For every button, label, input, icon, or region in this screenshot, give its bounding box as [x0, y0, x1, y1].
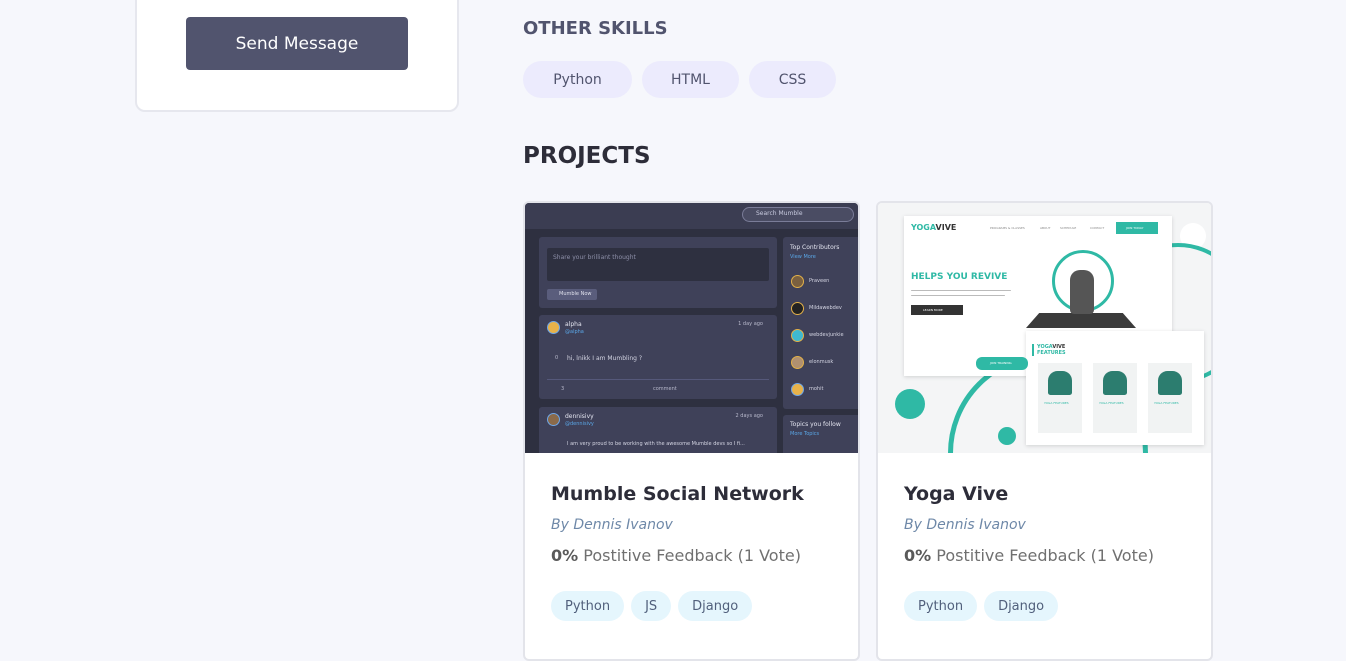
thumbnail-feature-card: YOGA FEATURES: [1148, 363, 1192, 433]
thumbnail-feature-card: YOGA FEATURES: [1093, 363, 1137, 433]
thumbnail-compose-box: Share your brilliant thought Mumble Now: [539, 237, 777, 308]
thumbnail-logo: YOGAVIVE: [911, 223, 957, 232]
thumbnail-post-user: dennisivy: [565, 413, 594, 420]
project-tag: Django: [984, 591, 1059, 621]
thumbnail-learn-button: LEARN MORE: [911, 305, 963, 315]
thumbnail-post-button: Mumble Now: [559, 291, 592, 297]
thumbnail-trainer-badge: JOIN TRAINING: [976, 357, 1028, 370]
thumbnail-post: dennisivy @dennisivy 2 days ago I am ver…: [539, 407, 777, 453]
thumbnail-headline: HELPS YOU REVIVE: [911, 272, 1008, 282]
project-author: By Dennis Ivanov: [551, 517, 673, 533]
thumbnail-post-time: 2 days ago: [735, 413, 763, 419]
project-feedback: 0% Postitive Feedback (1 Vote): [904, 546, 1185, 565]
thumbnail-post-user: alpha: [565, 321, 582, 328]
thumbnail-nav-item: SCHEDULE: [1060, 226, 1077, 230]
thumbnail-yoga-figure: [1070, 270, 1094, 314]
feedback-percentage: 0%: [551, 546, 579, 565]
project-title[interactable]: Yoga Vive: [904, 483, 1185, 505]
thumbnail-contributor: elonmusk: [809, 359, 834, 365]
thumbnail-join-button: JOIN TODAY: [1116, 222, 1158, 234]
thumbnail-post-handle: @dennisivy: [565, 421, 594, 427]
thumbnail-post-text: I am very proud to be working with the a…: [567, 441, 745, 447]
project-card[interactable]: Search Mumble Share your brilliant thoug…: [523, 201, 860, 661]
thumbnail-contributor: Praveen: [809, 278, 830, 284]
thumbnail-contributors-title: Top Contributors: [790, 244, 840, 251]
thumbnail-nav-item: CONTACT: [1090, 226, 1105, 230]
project-tag: Django: [678, 591, 753, 621]
thumbnail-post-comment-count: 3: [561, 386, 565, 392]
thumbnail-topics-panel: Topics you follow More Topics: [783, 415, 858, 453]
thumbnail-topics-title: Topics you follow: [790, 421, 841, 428]
thumbnail-contributor: mohit: [809, 386, 824, 392]
thumbnail-post-votes: 0: [555, 355, 559, 361]
skill-pill: Python: [523, 61, 632, 98]
project-author: By Dennis Ivanov: [904, 517, 1026, 533]
project-tags: Python JS Django: [551, 591, 832, 621]
thumbnail-post-time: 1 day ago: [738, 321, 763, 327]
thumbnail-features: YOGAVIVE FEATURES YOGA FEATURES YOGA FEAT…: [1026, 331, 1204, 445]
project-title[interactable]: Mumble Social Network: [551, 483, 832, 505]
thumbnail-yoga-mat: [1026, 313, 1136, 328]
thumbnail-post-text: hi, lnikk I am Mumbling ?: [567, 355, 643, 362]
thumbnail-post-handle: @alpha: [565, 329, 584, 335]
send-message-button[interactable]: Send Message: [186, 17, 408, 70]
thumbnail-contributor: Mildawebdev: [809, 305, 842, 311]
thumbnail-search-bar: Search Mumble: [742, 207, 854, 222]
project-tag: Python: [904, 591, 978, 621]
thumbnail-nav-item: PROGRAMS & CLASSES: [990, 226, 1025, 230]
project-feedback: 0% Postitive Feedback (1 Vote): [551, 546, 832, 565]
thumbnail-post-comment-label: comment: [653, 386, 677, 392]
project-tags: Python Django: [904, 591, 1185, 621]
thumbnail-feature-card: YOGA FEATURES: [1038, 363, 1082, 433]
project-tag: Python: [551, 591, 625, 621]
thumbnail-compose-placeholder: Share your brilliant thought: [553, 254, 636, 261]
thumbnail-contributor: webdevjunkie: [809, 332, 844, 338]
thumbnail-view-more: View More: [790, 254, 816, 260]
feedback-percentage: 0%: [904, 546, 932, 565]
decor-circle: [895, 389, 925, 419]
thumbnail-contributors-panel: Top Contributors View More Praveen Milda…: [783, 237, 858, 409]
thumbnail-search-text: Search Mumble: [756, 210, 803, 217]
project-thumbnail[interactable]: YOGAVIVE PROGRAMS & CLASSES ABOUT SCHEDU…: [878, 203, 1211, 453]
feedback-text: Postitive Feedback (1 Vote): [583, 546, 801, 565]
skill-pill: HTML: [642, 61, 739, 98]
project-thumbnail[interactable]: Search Mumble Share your brilliant thoug…: [525, 203, 858, 453]
other-skills-heading: OTHER SKILLS: [523, 18, 668, 39]
other-skills-list: Python HTML CSS: [523, 61, 836, 98]
thumbnail-post: alpha @alpha 1 day ago 0 hi, lnikk I am …: [539, 315, 777, 399]
project-tag: JS: [631, 591, 672, 621]
project-card[interactable]: YOGAVIVE PROGRAMS & CLASSES ABOUT SCHEDU…: [876, 201, 1213, 661]
feedback-text: Postitive Feedback (1 Vote): [936, 546, 1154, 565]
thumbnail-more-topics: More Topics: [790, 431, 820, 437]
thumbnail-nav-item: ABOUT: [1040, 226, 1051, 230]
projects-heading: PROJECTS: [523, 143, 651, 169]
skill-pill: CSS: [749, 61, 836, 98]
